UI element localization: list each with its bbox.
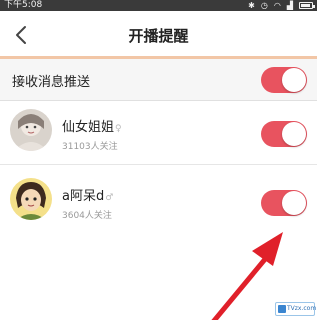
- toggle-knob: [282, 191, 306, 215]
- anchor-name-text: a阿呆d: [62, 189, 105, 204]
- bluetooth-icon: ✱: [248, 1, 255, 10]
- avatar[interactable]: [10, 109, 52, 151]
- female-icon: ♀: [115, 124, 122, 134]
- status-time: 下午5:08: [4, 0, 43, 10]
- watermark-logo: TVzx.com: [275, 302, 317, 316]
- avatar[interactable]: [10, 178, 52, 220]
- push-toggle[interactable]: [261, 67, 307, 93]
- anchor-row: a阿呆d♂ 3604人关注: [0, 170, 317, 234]
- page-title: 开播提醒: [128, 27, 189, 45]
- push-setting-label: 接收消息推送: [12, 75, 91, 90]
- nav-header: 开播提醒: [0, 11, 317, 59]
- alarm-icon: ◷: [260, 1, 268, 10]
- anchor-name[interactable]: a阿呆d♂: [62, 185, 113, 204]
- toggle-knob: [282, 68, 306, 92]
- anchor-notify-toggle[interactable]: [261, 121, 307, 147]
- watermark-logo-icon: [278, 305, 286, 313]
- anchor-name-text: 仙女姐姐: [62, 120, 115, 135]
- male-icon: ♂: [105, 193, 114, 203]
- signal-icon: ▟: [286, 1, 293, 10]
- follower-count: 31103人关注: [62, 142, 118, 152]
- follower-count: 3604人关注: [62, 211, 112, 221]
- status-bar: 下午5:08 ✱ ◷ ◠ ▟: [0, 0, 317, 11]
- anchor-row: 仙女姐姐♀ 31103人关注: [0, 101, 317, 165]
- anchor-notify-toggle[interactable]: [261, 190, 307, 216]
- watermark-text: TVzx.com: [287, 305, 317, 312]
- battery-icon: [299, 2, 315, 9]
- empty-area: [0, 240, 317, 320]
- anchor-name[interactable]: 仙女姐姐♀: [62, 116, 122, 135]
- wifi-icon: ◠: [273, 1, 281, 10]
- toggle-knob: [282, 122, 306, 146]
- push-setting-row: 接收消息推送: [0, 59, 317, 101]
- status-icons: ✱ ◷ ◠ ▟: [248, 0, 315, 11]
